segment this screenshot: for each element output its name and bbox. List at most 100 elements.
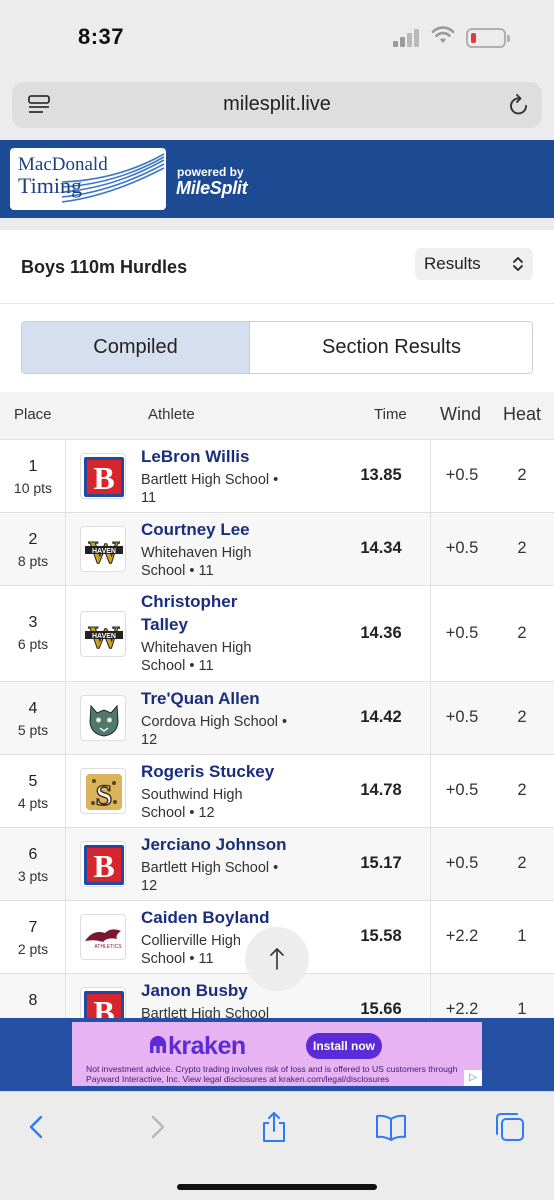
reload-icon[interactable] bbox=[508, 93, 530, 117]
place-points: 6 pts bbox=[17, 636, 49, 652]
athlete-school: Whitehaven High School • 11 bbox=[141, 640, 252, 674]
place-cell: 2 8 pts bbox=[0, 513, 66, 585]
athlete-name-link[interactable]: Caiden Boyland bbox=[141, 906, 291, 929]
arrow-up-icon bbox=[270, 948, 284, 970]
svg-text:B: B bbox=[93, 848, 114, 884]
athlete-name-link[interactable]: LeBron Willis bbox=[141, 445, 291, 468]
wind-value: +0.5 bbox=[445, 466, 479, 484]
heat-number: 2 bbox=[517, 624, 527, 642]
heat-number: 1 bbox=[517, 1000, 527, 1018]
whitehaven-w-logo: WHAVEN bbox=[80, 611, 126, 657]
athlete-school: Southwind High School • 12 bbox=[141, 787, 243, 821]
home-indicator bbox=[177, 1184, 377, 1190]
place-points: 5 pts bbox=[17, 722, 49, 738]
bookmarks-icon[interactable] bbox=[374, 1110, 408, 1144]
divider bbox=[0, 303, 554, 304]
wind-cell: +0.5 bbox=[430, 586, 492, 681]
table-row[interactable]: 3 6 pts WHAVEN Christopher Talley Whiteh… bbox=[0, 585, 554, 681]
athlete-name-link[interactable]: Jerciano Johnson bbox=[141, 833, 291, 856]
cordova-wildcat-logo bbox=[80, 695, 126, 741]
view-select[interactable]: Results bbox=[415, 248, 533, 280]
collierville-dragon-logo: ATHLETICS bbox=[80, 914, 126, 960]
result-time: 15.58 bbox=[360, 927, 402, 945]
heat-number: 2 bbox=[517, 466, 527, 484]
url-text[interactable]: milesplit.live bbox=[12, 93, 542, 116]
heat-number: 1 bbox=[517, 927, 527, 945]
tab-section-results[interactable]: Section Results bbox=[251, 322, 532, 373]
kraken-ad[interactable]: kraken Install now Not investment advice… bbox=[72, 1022, 482, 1086]
athlete-name-link[interactable]: Rogeris Stuckey bbox=[141, 760, 291, 783]
wind-value: +0.5 bbox=[445, 539, 479, 557]
header-time[interactable]: Time bbox=[374, 406, 407, 423]
place-number: 2 bbox=[28, 531, 38, 548]
place-cell: 5 4 pts bbox=[0, 755, 66, 827]
result-time: 14.34 bbox=[360, 539, 402, 557]
place-number: 7 bbox=[28, 919, 38, 936]
place-cell: 4 5 pts bbox=[0, 682, 66, 754]
table-row[interactable]: 4 5 pts Tre'Quan Allen Cordova High Scho… bbox=[0, 681, 554, 754]
result-time: 15.17 bbox=[360, 854, 402, 872]
back-icon[interactable] bbox=[20, 1110, 54, 1144]
table-header: Place Athlete Time Wind Heat bbox=[0, 392, 554, 439]
place-cell: 3 6 pts bbox=[0, 586, 66, 681]
status-bar: 8:37 bbox=[0, 0, 554, 70]
wind-cell: +0.5 bbox=[430, 682, 492, 754]
svg-text:S: S bbox=[96, 779, 113, 812]
bartlett-b-logo: B bbox=[80, 987, 126, 1020]
header-wind[interactable]: Wind bbox=[440, 404, 481, 425]
forward-icon[interactable] bbox=[140, 1110, 174, 1144]
select-chevron-icon bbox=[513, 257, 523, 271]
result-time: 14.42 bbox=[360, 708, 402, 726]
wind-value: +2.2 bbox=[445, 927, 479, 945]
macdonald-timing-logo[interactable]: MacDonald Timing bbox=[10, 148, 166, 210]
result-time: 14.78 bbox=[360, 781, 402, 799]
bartlett-b-logo: B bbox=[80, 453, 126, 499]
athlete-name-link[interactable]: Courtney Lee bbox=[141, 518, 291, 541]
place-number: 6 bbox=[28, 846, 38, 863]
wind-cell: +0.5 bbox=[430, 828, 492, 900]
address-bar[interactable]: milesplit.live bbox=[12, 82, 542, 128]
share-icon[interactable] bbox=[257, 1110, 291, 1144]
logo-text-timing: Timing bbox=[18, 173, 83, 198]
heat-number: 2 bbox=[517, 708, 527, 726]
scroll-to-top-button[interactable] bbox=[245, 927, 309, 991]
result-time: 13.85 bbox=[360, 466, 402, 484]
athlete-name-link[interactable]: Tre'Quan Allen bbox=[141, 687, 291, 710]
table-row[interactable]: 5 4 pts S Rogeris Stuckey Southwind High… bbox=[0, 754, 554, 827]
wind-cell: +2.2 bbox=[430, 901, 492, 973]
place-points: 3 pts bbox=[17, 868, 49, 884]
table-row[interactable]: 1 10 pts B LeBron Willis Bartlett High S… bbox=[0, 439, 554, 512]
place-cell: 6 3 pts bbox=[0, 828, 66, 900]
place-number: 3 bbox=[28, 614, 38, 631]
wind-value: +0.5 bbox=[445, 708, 479, 726]
table-row[interactable]: 6 3 pts B Jerciano Johnson Bartlett High… bbox=[0, 827, 554, 900]
result-time: 15.66 bbox=[360, 1000, 402, 1018]
athlete-school: Bartlett High School • 11 bbox=[141, 472, 279, 506]
wind-cell: +0.5 bbox=[430, 755, 492, 827]
athlete-school: Whitehaven High School • 11 bbox=[141, 545, 252, 579]
athlete-school: Bartlett High School • 12 bbox=[141, 860, 279, 894]
tab-compiled[interactable]: Compiled bbox=[22, 322, 250, 373]
powered-by-label: powered by bbox=[177, 165, 244, 179]
header-heat[interactable]: Heat bbox=[503, 404, 541, 425]
header-athlete[interactable]: Athlete bbox=[148, 406, 195, 423]
svg-text:HAVEN: HAVEN bbox=[92, 633, 116, 640]
results-panel: Boys 110m Hurdles Results Compiled Secti… bbox=[0, 230, 554, 1020]
tabs-icon[interactable] bbox=[493, 1110, 527, 1144]
view-tabs: Compiled Section Results bbox=[21, 321, 533, 374]
svg-text:ATHLETICS: ATHLETICS bbox=[94, 944, 122, 950]
southwind-s-logo: S bbox=[80, 768, 126, 814]
wind-value: +0.5 bbox=[445, 781, 479, 799]
ad-brand-text: kraken bbox=[168, 1032, 246, 1060]
place-cell: 1 10 pts bbox=[0, 440, 66, 512]
table-row[interactable]: 2 8 pts WHAVEN Courtney Lee Whitehaven H… bbox=[0, 512, 554, 585]
cellular-signal-icon bbox=[393, 27, 421, 47]
status-time: 8:37 bbox=[78, 24, 125, 49]
athlete-name-link[interactable]: Christopher Talley bbox=[141, 590, 271, 636]
ad-banner: kraken Install now Not investment advice… bbox=[0, 1018, 554, 1091]
wind-cell: +0.5 bbox=[430, 513, 492, 585]
milesplit-logo[interactable]: MileSplit bbox=[176, 178, 248, 199]
install-now-button[interactable]: Install now bbox=[306, 1033, 382, 1059]
adchoices-icon[interactable]: ▷ bbox=[464, 1070, 482, 1086]
header-place[interactable]: Place bbox=[14, 406, 52, 423]
